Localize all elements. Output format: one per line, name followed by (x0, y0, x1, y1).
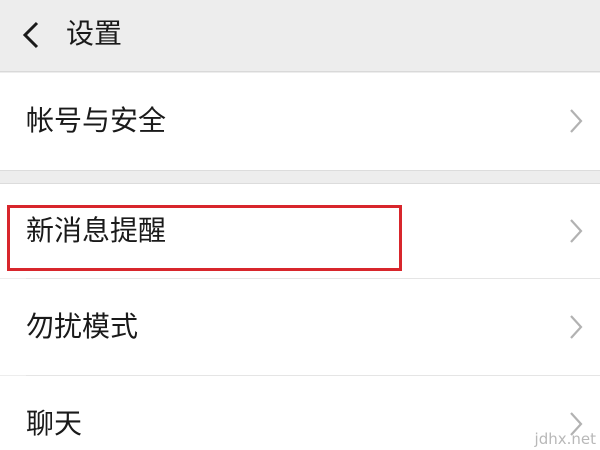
settings-item-new-message-alerts[interactable]: 新消息提醒 (0, 184, 600, 278)
settings-item-chat[interactable]: 聊天 (0, 376, 600, 450)
title-bar: 设置 (0, 0, 600, 72)
settings-item-label: 聊天 (26, 407, 83, 440)
section-separator (0, 170, 600, 184)
chevron-right-icon (570, 219, 583, 243)
settings-item-label: 勿扰模式 (26, 310, 139, 343)
chevron-right-icon (570, 109, 583, 133)
back-button[interactable] (14, 18, 48, 52)
chevron-left-icon (22, 21, 39, 49)
page-title: 设置 (66, 17, 123, 50)
settings-item-account-security[interactable]: 帐号与安全 (0, 73, 600, 170)
watermark: jdhx.net (534, 430, 596, 448)
settings-item-do-not-disturb[interactable]: 勿扰模式 (0, 279, 600, 375)
settings-item-label: 新消息提醒 (26, 214, 167, 247)
settings-item-label: 帐号与安全 (26, 104, 167, 137)
chevron-right-icon (570, 315, 583, 339)
